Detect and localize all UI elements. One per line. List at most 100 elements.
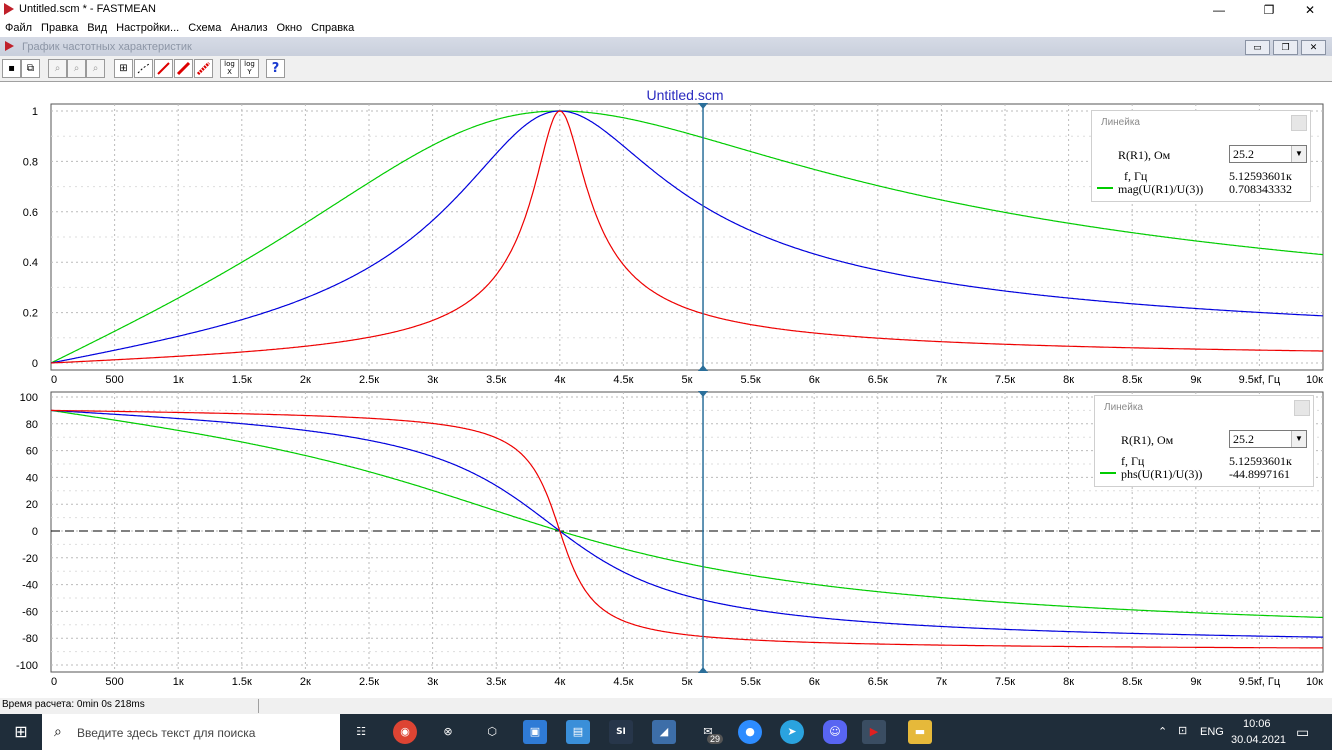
- trace-color-swatch: [1097, 187, 1113, 189]
- red-thick-line-icon[interactable]: [174, 59, 193, 78]
- copy-icon[interactable]: ⧉: [21, 59, 40, 78]
- clock-time[interactable]: 10:06: [1243, 718, 1271, 730]
- y-tick-label: -80: [22, 633, 38, 645]
- ruler-trace-value: 0.708343332: [1229, 182, 1292, 196]
- x-tick-label: 3к: [427, 374, 438, 386]
- ruler-param-label: R(R1), Ом: [1118, 148, 1171, 162]
- y-tick-label: 40: [26, 472, 38, 484]
- menu-window[interactable]: Окно: [272, 20, 307, 34]
- hexagon-app-icon[interactable]: ⬡: [480, 720, 504, 744]
- menu-file[interactable]: Файл: [0, 20, 36, 34]
- x-tick-label: 1к: [173, 676, 184, 688]
- save-icon[interactable]: ▪: [2, 59, 21, 78]
- search-icon: ⌕: [54, 723, 62, 739]
- notifications-icon[interactable]: ▭: [1296, 724, 1309, 741]
- menu-edit[interactable]: Правка: [36, 20, 82, 34]
- x-tick-label: 7.5к: [995, 374, 1015, 386]
- fastmean-small-icon: [5, 41, 14, 51]
- maximize-button[interactable]: ❐: [1246, 0, 1292, 20]
- trace-points-icon[interactable]: [134, 59, 153, 78]
- discord-icon[interactable]: ☺: [823, 720, 847, 744]
- ruler-param-select[interactable]: 25.2 ▼: [1229, 145, 1307, 163]
- x-tick-label: 1.5к: [232, 374, 252, 386]
- x-tick-label: 8.5к: [1122, 374, 1142, 386]
- y-tick-label: -40: [22, 580, 38, 592]
- menu-settings[interactable]: Настройки...: [111, 20, 183, 34]
- status-bar: Время расчета: 0min 0s 218ms: [0, 698, 1332, 714]
- x-tick-label: 6к: [809, 676, 820, 688]
- child-restore-button[interactable]: ❐: [1273, 40, 1298, 55]
- fastmean-taskbar-icon[interactable]: ▶: [862, 720, 886, 744]
- help-button[interactable]: ?: [266, 59, 285, 78]
- ruler-param-value: 25.2: [1233, 432, 1254, 446]
- y-tick-label: -60: [22, 606, 38, 618]
- x-tick-label: 7к: [936, 676, 947, 688]
- telegram-icon[interactable]: ➤: [780, 720, 804, 744]
- child-close-button[interactable]: ✕: [1301, 40, 1326, 55]
- window-titlebar: Untitled.scm * - FASTMEAN — ❐ ✕: [0, 0, 1332, 20]
- blue-app-icon[interactable]: ▣: [523, 720, 547, 744]
- ruler-close-button[interactable]: [1294, 400, 1310, 416]
- app-circle-icon[interactable]: ⊗: [436, 720, 460, 744]
- ruler-icon[interactable]: ⊞: [114, 59, 133, 78]
- red-line-icon[interactable]: [154, 59, 173, 78]
- x-tick-label: 4к: [554, 676, 565, 688]
- log-y-button[interactable]: log Y: [240, 59, 259, 78]
- network-icon[interactable]: ⊡: [1178, 724, 1187, 737]
- y-tick-label: 20: [26, 499, 38, 511]
- zoom-app-icon[interactable]: ●: [738, 720, 762, 744]
- zoom-in-icon[interactable]: ⌕: [67, 59, 86, 78]
- x-tick-label: 7к: [936, 374, 947, 386]
- hatch-line-icon[interactable]: [194, 59, 213, 78]
- y-tick-label: 0: [32, 358, 38, 370]
- x-tick-label: 0: [51, 676, 57, 688]
- zoom-icon[interactable]: ⌕: [48, 59, 67, 78]
- x-tick-label: 3.5к: [486, 676, 506, 688]
- fastmean-logo-icon: [4, 3, 14, 15]
- minimize-button[interactable]: —: [1196, 0, 1242, 20]
- ruler-trace-label: phs(U(R1)/U(3)): [1121, 467, 1203, 481]
- x-tick-label: 10к: [1306, 676, 1323, 688]
- shape-app-icon[interactable]: ◢: [652, 720, 676, 744]
- x-tick-label: 8к: [1063, 676, 1074, 688]
- y-tick-label: 0.6: [23, 207, 38, 219]
- y-tick-label: -20: [22, 553, 38, 565]
- y-tick-label: 0.2: [23, 308, 38, 320]
- window-app-icon[interactable]: ▤: [566, 720, 590, 744]
- ruler-trace-value: -44.8997161: [1229, 467, 1290, 481]
- si-app-icon[interactable]: SI: [609, 720, 633, 744]
- menu-help[interactable]: Справка: [306, 20, 358, 34]
- ruler-close-button[interactable]: [1291, 115, 1307, 131]
- zoom-out-icon[interactable]: ⌕: [86, 59, 105, 78]
- close-button[interactable]: ✕: [1287, 0, 1332, 20]
- menu-schema[interactable]: Схема: [183, 20, 225, 34]
- y-tick-label: 80: [26, 419, 38, 431]
- y-tick-label: 1: [32, 106, 38, 118]
- x-tick-label: 5.5к: [741, 374, 761, 386]
- language-indicator[interactable]: ENG: [1200, 726, 1224, 738]
- log-x-button[interactable]: log X: [220, 59, 239, 78]
- ruler-param-select[interactable]: 25.2 ▼: [1229, 430, 1307, 448]
- x-tick-label: 1.5к: [232, 676, 252, 688]
- task-view-icon[interactable]: ☷: [349, 720, 373, 744]
- child-minimize-button[interactable]: ▭: [1245, 40, 1270, 55]
- mail-badge: 29: [707, 734, 724, 744]
- x-tick-label: 2к: [300, 676, 311, 688]
- x-tick-label: 4к: [554, 374, 565, 386]
- windows-start-icon[interactable]: ⊞: [9, 720, 33, 744]
- file-explorer-icon[interactable]: ▬: [908, 720, 932, 744]
- clock-date[interactable]: 30.04.2021: [1231, 734, 1286, 746]
- ruler-trace-label: mag(U(R1)/U(3)): [1118, 182, 1204, 196]
- ruler-title: Линейка: [1104, 402, 1143, 413]
- chrome-icon[interactable]: ◉: [393, 720, 417, 744]
- menu-analysis[interactable]: Анализ: [225, 20, 271, 34]
- windows-taskbar: ⊞ ⌕ Введите здесь текст для поиска ☷ ◉ ⊗…: [0, 714, 1332, 750]
- window-title: Untitled.scm * - FASTMEAN: [19, 3, 156, 15]
- y-tick-label: 100: [20, 392, 38, 404]
- x-tick-label: 2.5к: [359, 676, 379, 688]
- menu-view[interactable]: Вид: [82, 20, 111, 34]
- x-tick-label: 3к: [427, 676, 438, 688]
- taskbar-search-box[interactable]: ⌕ Введите здесь текст для поиска: [42, 714, 340, 750]
- chevron-up-icon[interactable]: ⌃: [1158, 725, 1167, 738]
- x-tick-label: 6.5к: [868, 374, 888, 386]
